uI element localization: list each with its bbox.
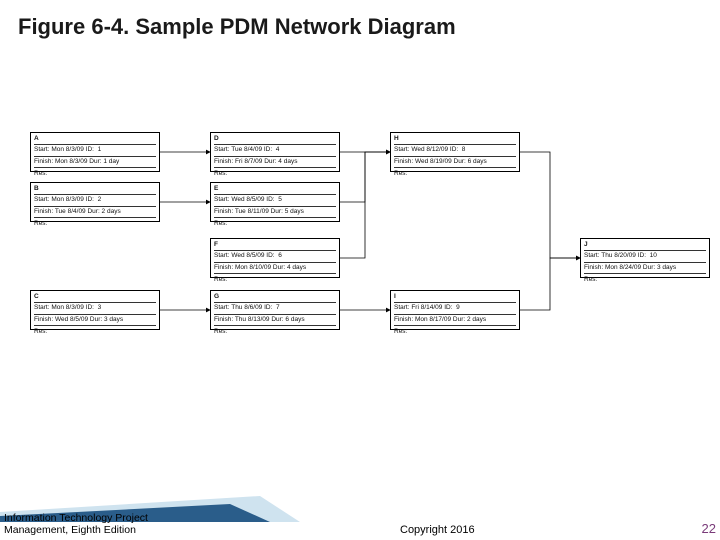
- task-node-F: FStart: Wed 8/5/09 ID: 6Finish: Mon 8/10…: [210, 238, 340, 278]
- node-finish-row: Finish: Tue 8/4/09 Dur: 2 days: [34, 206, 156, 218]
- task-node-E: EStart: Wed 8/5/09 ID: 5Finish: Tue 8/11…: [210, 182, 340, 222]
- node-res-row: Res:: [34, 217, 156, 229]
- node-res-row: Res:: [584, 273, 706, 285]
- node-finish-row: Finish: Wed 8/5/09 Dur: 3 days: [34, 314, 156, 326]
- edge-H-J: [520, 152, 580, 258]
- task-node-I: IStart: Fri 8/14/09 ID: 9Finish: Mon 8/1…: [390, 290, 520, 330]
- task-node-C: CStart: Mon 8/3/09 ID: 3Finish: Wed 8/5/…: [30, 290, 160, 330]
- task-node-B: BStart: Mon 8/3/09 ID: 2Finish: Tue 8/4/…: [30, 182, 160, 222]
- node-label: A: [34, 135, 156, 144]
- node-finish-row: Finish: Thu 8/13/09 Dur: 6 days: [214, 314, 336, 326]
- node-finish-row: Finish: Mon 8/24/09 Dur: 3 days: [584, 262, 706, 274]
- node-start-row: Start: Mon 8/3/09 ID: 2: [34, 194, 156, 206]
- node-res-row: Res:: [394, 325, 516, 337]
- node-finish-row: Finish: Tue 8/11/09 Dur: 5 days: [214, 206, 336, 218]
- page-title: Figure 6-4. Sample PDM Network Diagram: [0, 0, 720, 40]
- node-start-row: Start: Thu 8/6/09 ID: 7: [214, 302, 336, 314]
- node-res-row: Res:: [214, 273, 336, 285]
- node-label: G: [214, 293, 336, 302]
- footer-source: Information Technology Project Managemen…: [4, 512, 148, 536]
- page-number: 22: [702, 521, 716, 536]
- node-label: C: [34, 293, 156, 302]
- node-start-row: Start: Mon 8/3/09 ID: 1: [34, 144, 156, 156]
- footer-copyright: Copyright 2016: [400, 524, 475, 536]
- task-node-H: HStart: Wed 8/12/09 ID: 8Finish: Wed 8/1…: [390, 132, 520, 172]
- node-label: I: [394, 293, 516, 302]
- node-start-row: Start: Mon 8/3/09 ID: 3: [34, 302, 156, 314]
- task-node-G: GStart: Thu 8/6/09 ID: 7Finish: Thu 8/13…: [210, 290, 340, 330]
- task-node-A: AStart: Mon 8/3/09 ID: 1Finish: Mon 8/3/…: [30, 132, 160, 172]
- node-finish-row: Finish: Mon 8/17/09 Dur: 2 days: [394, 314, 516, 326]
- footer-source-line2: Management, Eighth Edition: [4, 524, 148, 536]
- node-finish-row: Finish: Mon 8/10/09 Dur: 4 days: [214, 262, 336, 274]
- edge-E-H: [340, 152, 390, 202]
- node-start-row: Start: Fri 8/14/09 ID: 9: [394, 302, 516, 314]
- node-res-row: Res:: [214, 217, 336, 229]
- node-finish-row: Finish: Fri 8/7/09 Dur: 4 days: [214, 156, 336, 168]
- node-finish-row: Finish: Wed 8/19/09 Dur: 6 days: [394, 156, 516, 168]
- node-res-row: Res:: [34, 325, 156, 337]
- node-start-row: Start: Wed 8/5/09 ID: 6: [214, 250, 336, 262]
- node-label: D: [214, 135, 336, 144]
- edge-F-H: [340, 152, 390, 258]
- node-label: E: [214, 185, 336, 194]
- node-start-row: Start: Wed 8/5/09 ID: 5: [214, 194, 336, 206]
- node-res-row: Res:: [394, 167, 516, 179]
- footer-source-line1: Information Technology Project: [4, 512, 148, 524]
- node-start-row: Start: Tue 8/4/09 ID: 4: [214, 144, 336, 156]
- node-res-row: Res:: [214, 167, 336, 179]
- node-label: H: [394, 135, 516, 144]
- node-start-row: Start: Thu 8/20/09 ID: 10: [584, 250, 706, 262]
- node-res-row: Res:: [34, 167, 156, 179]
- node-label: B: [34, 185, 156, 194]
- node-label: F: [214, 241, 336, 250]
- node-label: J: [584, 241, 706, 250]
- edge-I-J: [520, 258, 580, 310]
- node-finish-row: Finish: Mon 8/3/09 Dur: 1 day: [34, 156, 156, 168]
- node-start-row: Start: Wed 8/12/09 ID: 8: [394, 144, 516, 156]
- task-node-D: DStart: Tue 8/4/09 ID: 4Finish: Fri 8/7/…: [210, 132, 340, 172]
- task-node-J: JStart: Thu 8/20/09 ID: 10Finish: Mon 8/…: [580, 238, 710, 278]
- node-res-row: Res:: [214, 325, 336, 337]
